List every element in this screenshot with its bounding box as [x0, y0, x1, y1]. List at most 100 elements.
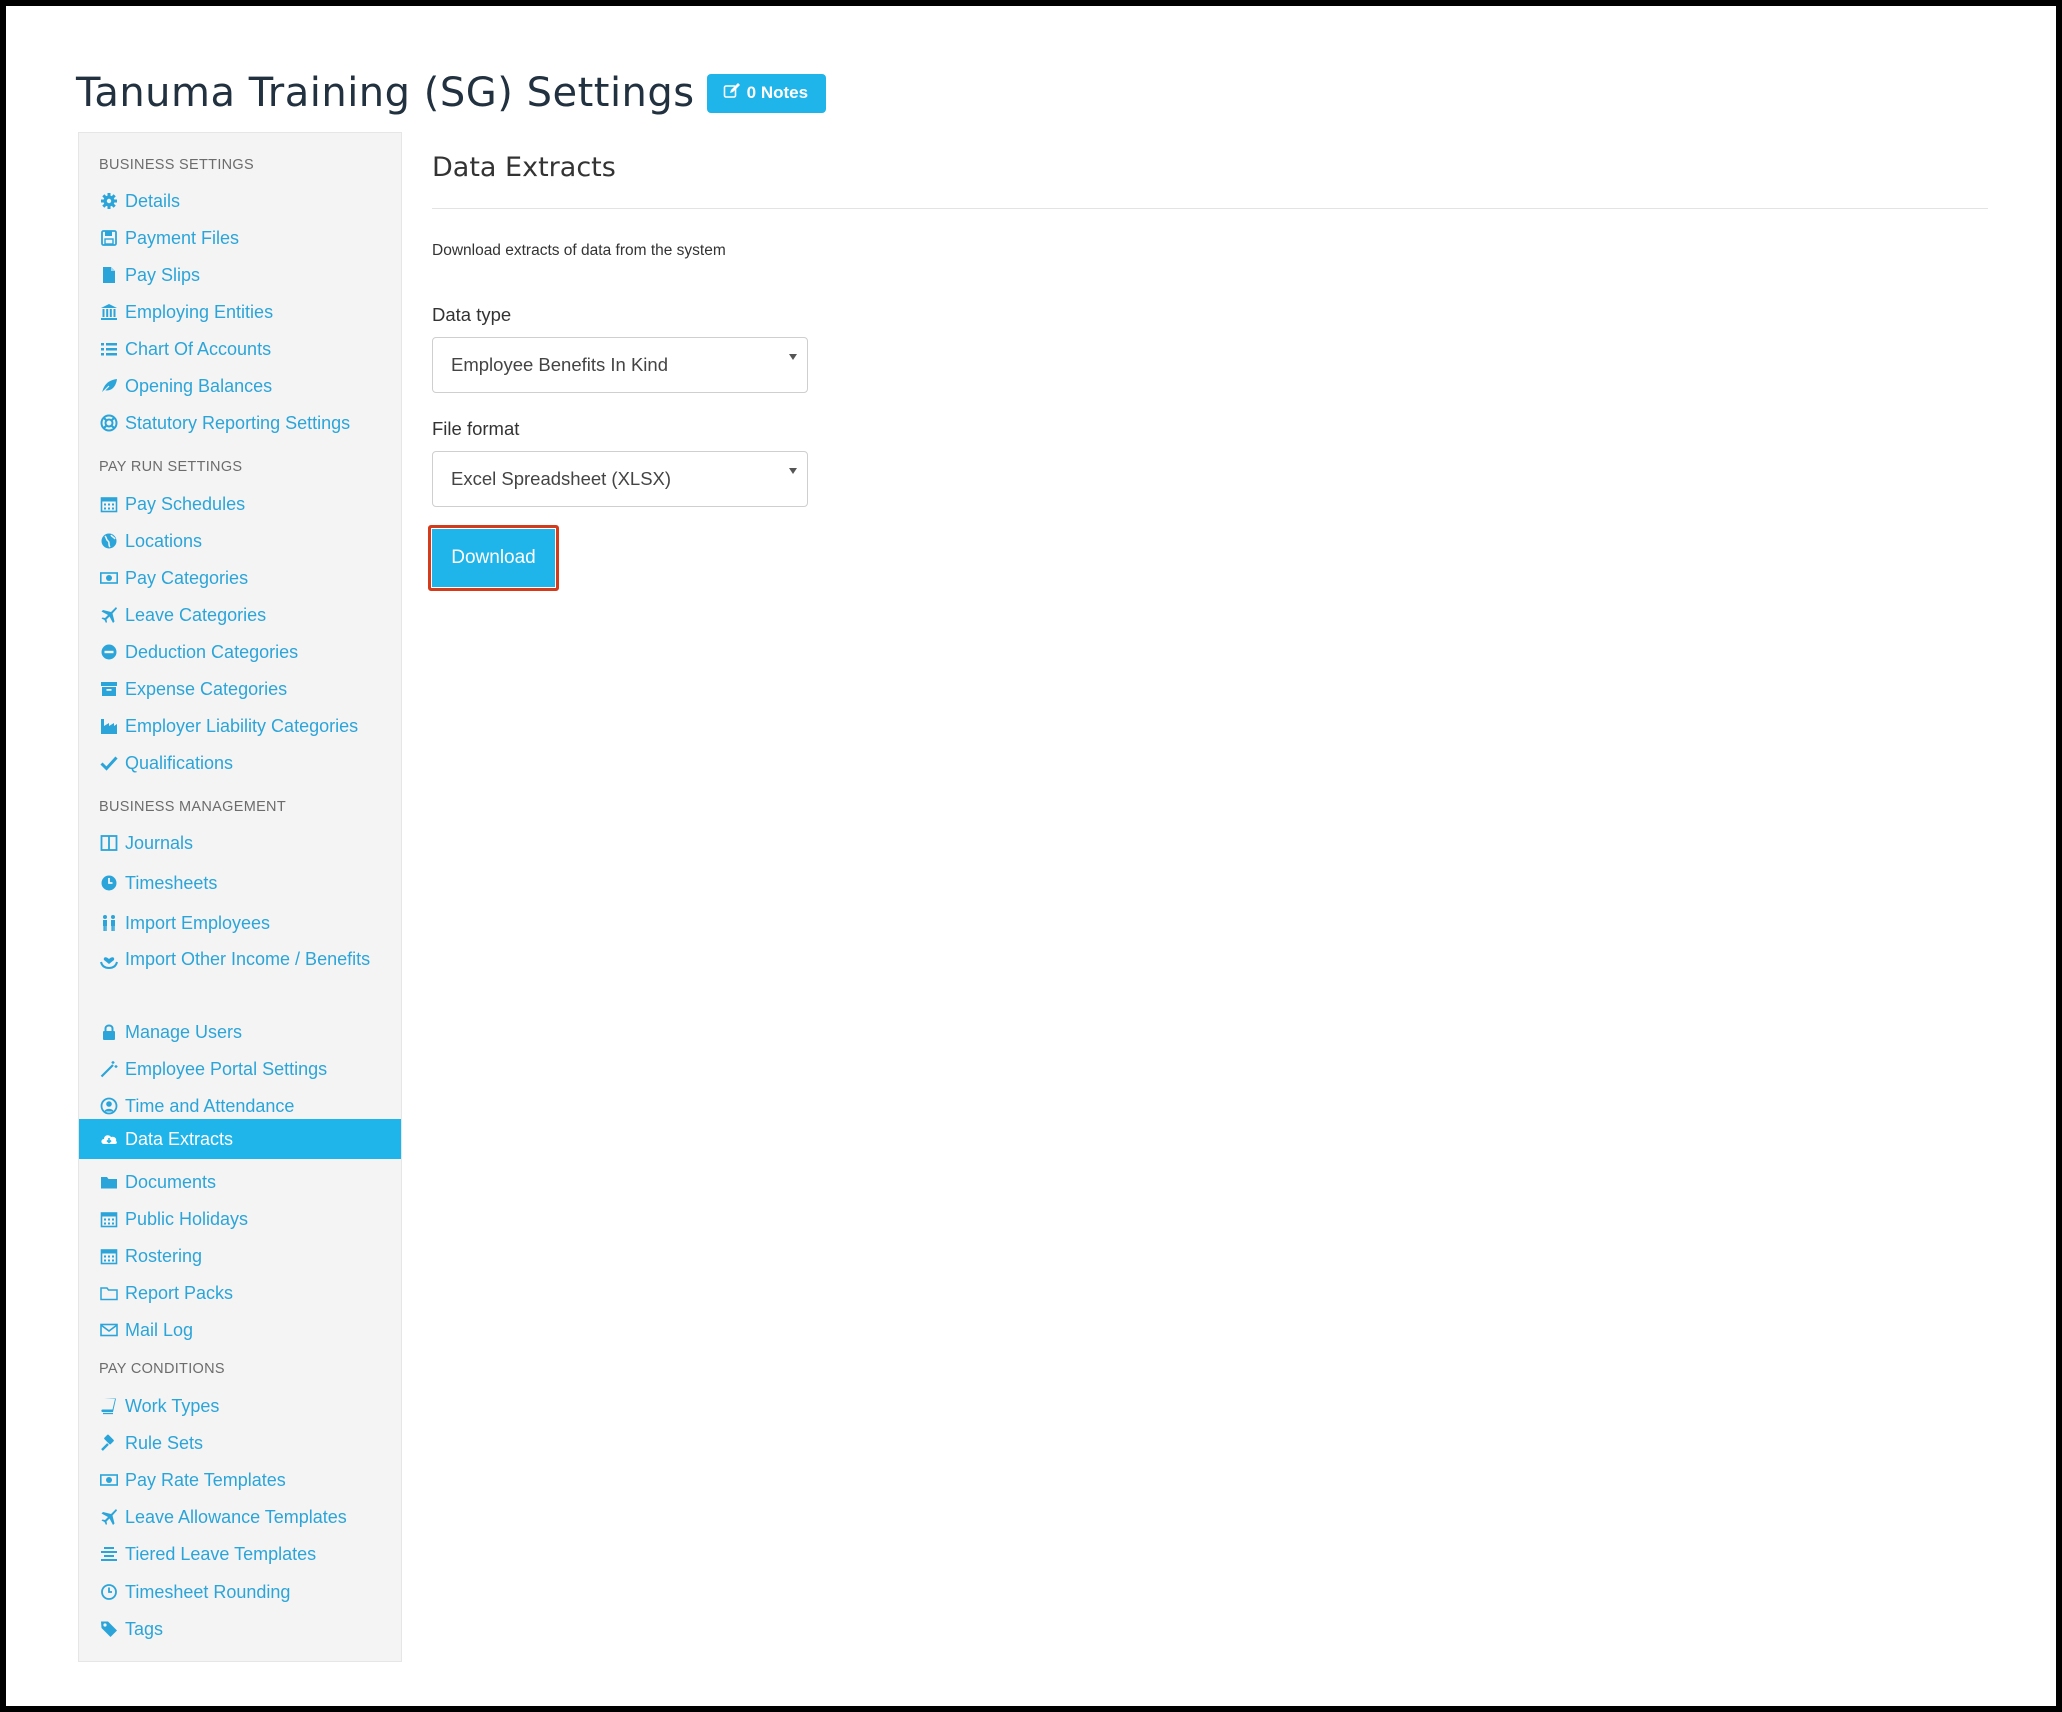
sidebar-item-label: Leave Allowance Templates [125, 1507, 347, 1527]
sidebar-item-label: Payment Files [125, 228, 240, 248]
download-button[interactable]: Download [432, 529, 555, 587]
download-button-highlight: Download [428, 525, 559, 591]
section-title-pay-run-settings: PAY RUN SETTINGS [99, 459, 243, 475]
sidebar-item-timesheets[interactable]: Timesheets [99, 870, 393, 896]
sidebar-item-work-types[interactable]: Work Types [99, 1393, 393, 1419]
sidebar-item-leave-allowance-templates[interactable]: Leave Allowance Templates [99, 1504, 393, 1530]
lock-icon [99, 1022, 119, 1042]
envelope-icon [99, 1320, 119, 1340]
sidebar-item-details[interactable]: Details [99, 188, 393, 214]
sidebar-item-mail-log[interactable]: Mail Log [99, 1317, 393, 1343]
folder-icon [99, 1172, 119, 1192]
data-type-selected-value: Employee Benefits In Kind [451, 354, 668, 375]
industry-icon [99, 716, 119, 736]
magic-wand-icon [99, 1059, 119, 1079]
sidebar-item-label: Timesheets [125, 873, 218, 893]
caret-down-icon [789, 354, 797, 360]
gavel-icon [99, 1433, 119, 1453]
sidebar-item-label: Opening Balances [125, 376, 273, 396]
sidebar-item-label: Journals [125, 833, 194, 853]
sidebar-item-label: Mail Log [125, 1320, 194, 1340]
sidebar-item-documents[interactable]: Documents [99, 1169, 393, 1195]
sidebar-item-data-extracts[interactable]: Data Extracts [79, 1119, 401, 1159]
sidebar-item-label: Timesheet Rounding [125, 1582, 291, 1602]
calendar-icon [99, 494, 119, 514]
page-header: Tanuma Training (SG) Settings 0 Notes [76, 70, 827, 116]
edit-icon [723, 82, 741, 105]
cloud-download-icon [99, 1129, 119, 1149]
notes-button[interactable]: 0 Notes [706, 73, 827, 113]
sidebar-item-deduction-categories[interactable]: Deduction Categories [99, 639, 393, 665]
sidebar-item-label: Details [125, 191, 181, 211]
sidebar-item-public-holidays[interactable]: Public Holidays [99, 1206, 393, 1232]
sidebar-item-pay-slips[interactable]: Pay Slips [99, 262, 393, 288]
money-icon [99, 568, 119, 588]
data-type-select[interactable]: Employee Benefits In Kind [432, 337, 808, 393]
sidebar-item-label: Manage Users [125, 1022, 243, 1042]
sidebar-item-time-and-attendance[interactable]: Time and Attendance [99, 1093, 393, 1119]
sidebar-item-locations[interactable]: Locations [99, 528, 393, 554]
globe-icon [99, 531, 119, 551]
page-title: Tanuma Training (SG) Settings [76, 70, 695, 116]
file-icon [99, 265, 119, 285]
sidebar-item-employing-entities[interactable]: Employing Entities [99, 299, 393, 325]
clock-icon [99, 873, 119, 893]
lifebuoy-icon [99, 413, 119, 433]
sidebar-item-payment-files[interactable]: Payment Files [99, 225, 393, 251]
settings-sidebar: BUSINESS SETTINGS Details Payment Files … [78, 132, 402, 1662]
sidebar-item-leave-categories[interactable]: Leave Categories [99, 602, 393, 628]
sidebar-item-statutory-reporting-settings[interactable]: Statutory Reporting Settings [99, 410, 393, 436]
sidebar-item-import-employees[interactable]: Import Employees [99, 910, 393, 936]
sidebar-item-pay-rate-templates[interactable]: Pay Rate Templates [99, 1467, 393, 1493]
file-format-select[interactable]: Excel Spreadsheet (XLSX) [432, 451, 808, 507]
sidebar-item-label: Qualifications [125, 753, 234, 773]
section-title-business-settings: BUSINESS SETTINGS [99, 157, 254, 173]
sidebar-item-opening-balances[interactable]: Opening Balances [99, 373, 393, 399]
sidebar-item-timesheet-rounding[interactable]: Timesheet Rounding [99, 1579, 393, 1605]
tag-icon [99, 1619, 119, 1639]
plane-icon [99, 605, 119, 625]
sidebar-item-report-packs[interactable]: Report Packs [99, 1280, 393, 1306]
money-icon [99, 1470, 119, 1490]
sidebar-item-label: Import Other Income / Benefits [125, 949, 371, 969]
section-title: Data Extracts [432, 152, 616, 183]
sidebar-item-pay-categories[interactable]: Pay Categories [99, 565, 393, 591]
sidebar-item-label: Employer Liability Categories [125, 716, 359, 736]
sidebar-item-label: Rule Sets [125, 1433, 204, 1453]
app-frame: Tanuma Training (SG) Settings 0 Notes BU… [6, 6, 2056, 1706]
sidebar-item-label: Statutory Reporting Settings [125, 413, 351, 433]
sidebar-item-qualifications[interactable]: Qualifications [99, 750, 393, 776]
sidebar-item-label: Documents [125, 1172, 217, 1192]
sidebar-item-label: Report Packs [125, 1283, 234, 1303]
file-format-selected-value: Excel Spreadsheet (XLSX) [451, 468, 672, 489]
align-center-icon [99, 1544, 119, 1564]
section-title-business-management: BUSINESS MANAGEMENT [99, 799, 286, 815]
sidebar-item-manage-users[interactable]: Manage Users [99, 1019, 393, 1045]
calendar-icon [99, 1209, 119, 1229]
sidebar-item-pay-schedules[interactable]: Pay Schedules [99, 491, 393, 517]
sidebar-item-label: Public Holidays [125, 1209, 249, 1229]
sidebar-item-expense-categories[interactable]: Expense Categories [99, 676, 393, 702]
sidebar-item-label: Tiered Leave Templates [125, 1544, 317, 1564]
sidebar-item-rostering[interactable]: Rostering [99, 1243, 393, 1269]
sidebar-item-chart-of-accounts[interactable]: Chart Of Accounts [99, 336, 393, 362]
sidebar-item-label: Import Employees [125, 913, 271, 933]
list-icon [99, 339, 119, 359]
sidebar-item-employee-portal-settings[interactable]: Employee Portal Settings [99, 1056, 393, 1082]
section-title-pay-conditions: PAY CONDITIONS [99, 1361, 225, 1377]
sidebar-item-employer-liability-categories[interactable]: Employer Liability Categories [99, 713, 393, 739]
file-format-label: File format [432, 418, 520, 439]
plane-icon [99, 1507, 119, 1527]
sidebar-item-rule-sets[interactable]: Rule Sets [99, 1430, 393, 1456]
sidebar-item-import-other-income-benefits[interactable]: Import Other Income / Benefits [99, 945, 393, 974]
sidebar-item-label: Employing Entities [125, 302, 274, 322]
sidebar-item-tiered-leave-templates[interactable]: Tiered Leave Templates [99, 1541, 393, 1567]
sidebar-item-label: Tags [125, 1619, 164, 1639]
sidebar-item-label: Deduction Categories [125, 642, 299, 662]
sidebar-item-journals[interactable]: Journals [99, 830, 393, 856]
sidebar-item-label: Pay Categories [125, 568, 249, 588]
sidebar-item-tags[interactable]: Tags [99, 1616, 393, 1642]
divider [432, 208, 1988, 209]
sidebar-item-label: Rostering [125, 1246, 203, 1266]
sidebar-item-label: Pay Rate Templates [125, 1470, 286, 1490]
